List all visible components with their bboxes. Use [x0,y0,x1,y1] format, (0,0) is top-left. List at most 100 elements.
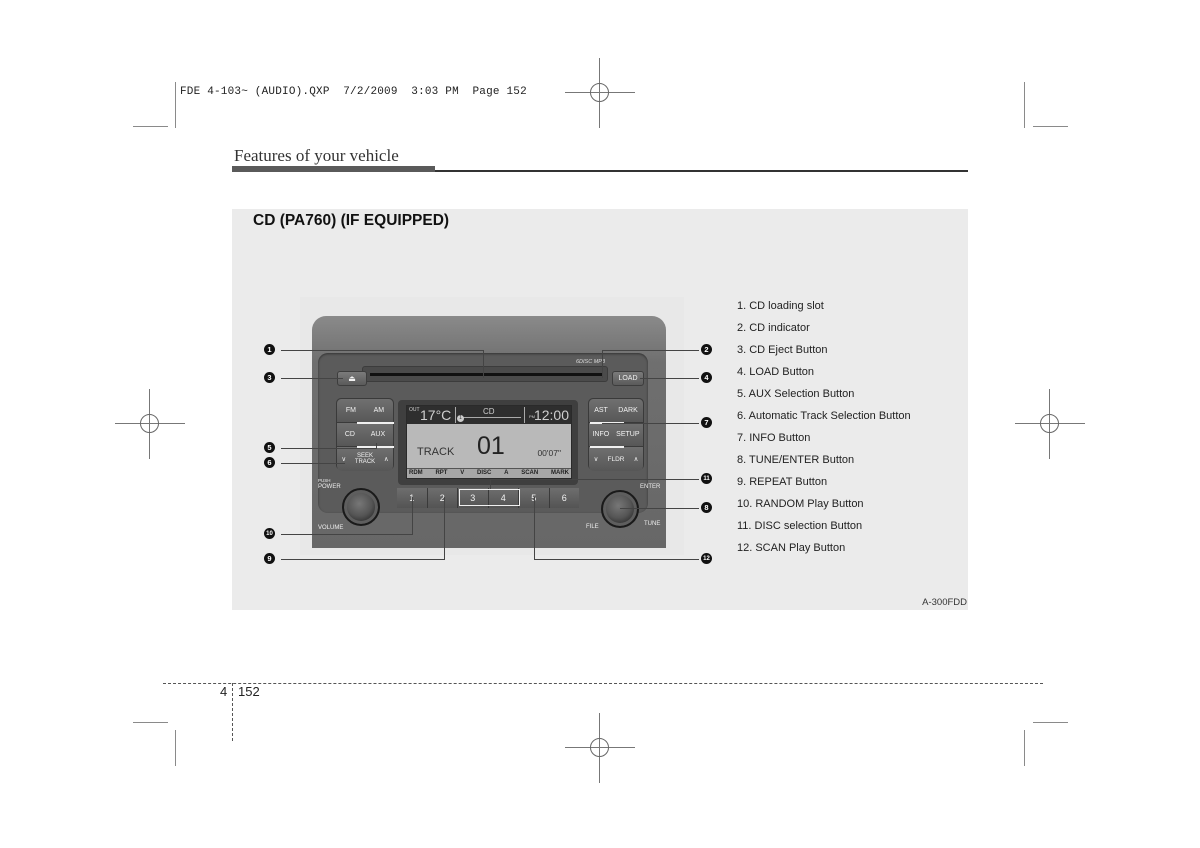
tune-label: TUNE [644,521,661,527]
footer-dashed-rule [163,683,1043,684]
crop-mark [133,722,168,723]
info-button[interactable]: INFO [592,431,609,438]
button-highlight [590,446,624,448]
legend-item: 4. LOAD Button [737,366,815,378]
callout-line-11 [490,479,491,489]
callout-line-1 [281,350,484,351]
legend-item: 5. AUX Selection Button [737,388,855,400]
soft-key-mark: MARK [550,470,569,476]
registration-mark [565,713,635,783]
header-rule-thick [232,166,435,172]
folder-button[interactable]: ∨ FLDR ∧ [589,447,643,471]
figure-title: CD (PA760) (IF EQUIPPED) [253,212,450,229]
soft-key-disc: DISC [476,470,492,476]
legend-item: 11. DISC selection Button [737,520,863,532]
disc-mp3-logo: 6DISC MP3 [576,359,606,365]
cd-loading-slot[interactable] [370,373,602,376]
legend-item: 3. CD Eject Button [737,344,828,356]
track-label: TRACK [354,459,376,465]
cd-aux-row: CD AUX [337,423,393,447]
soft-key-disc-up: A [504,470,509,476]
callout-number-12: 12 [701,553,712,564]
section-title: Features of your vehicle [234,146,399,165]
push-label: PUSH [318,478,331,483]
fm-button[interactable]: FM [346,407,356,414]
fm-am-row: FM AM [337,399,393,423]
callout-line-6 [281,463,345,464]
slug-page: Page 152 [472,86,527,98]
clock-readout: 12:00 [533,407,569,423]
elapsed-time: 00'07" [537,448,561,458]
file-label: FILE [586,524,599,530]
chevron-down-icon: ∨ [341,456,347,463]
info-setup-row: INFO SETUP [589,423,643,447]
legend-item: 1. CD loading slot [737,300,824,312]
callout-line-5 [281,448,377,449]
tune-knob[interactable] [601,490,639,528]
crop-mark [175,82,176,128]
dark-button[interactable]: DARK [618,407,637,414]
temperature-readout: 17°C [420,407,452,423]
crop-mark [1024,82,1025,128]
soft-key-disc-down: V [460,470,465,476]
slug-date: 7/2/2009 [343,86,398,98]
soft-key-rdm: RDM [409,470,423,476]
slug-file: FDE 4-103~ (AUDIO).QXP [180,86,330,98]
volume-label: VOLUME [318,525,344,531]
registration-mark [1015,389,1085,459]
folder-label: FLDR [607,455,625,463]
figure-code: A-300FDD [922,597,967,608]
ast-button[interactable]: AST [594,407,608,414]
cd-button[interactable]: CD [345,431,355,438]
footer-dashed-divider [232,683,233,741]
seek-track-button[interactable]: ∨ SEEK TRACK ∧ [337,447,393,471]
callout-number-7: 7 [701,417,712,428]
legend-list: 1. CD loading slot 2. CD indicator 3. CD… [737,299,911,563]
callout-line-8 [620,508,699,509]
cd-indicator-icon: 1 [457,415,464,422]
preset-button-2[interactable]: 2 [427,488,458,508]
callout-line-10 [412,497,413,535]
chevron-up-icon: ∧ [633,456,639,463]
legend-item: 10. RANDOM Play Button [737,498,864,510]
callout-line-7 [602,423,699,424]
callout-line-9 [444,497,445,560]
crop-mark [133,126,168,127]
callout-number-9: 9 [264,553,275,564]
left-button-block: FM AM CD AUX ∨ SEEK TRACK ∧ [336,398,394,471]
callout-line-12 [534,559,699,560]
disc-button-highlight [459,489,520,506]
display-divider [461,417,521,418]
legend-item: 7. INFO Button [737,432,811,444]
am-button[interactable]: AM [374,407,385,414]
page-number: 152 [238,684,260,699]
callout-number-4: 4 [701,372,712,383]
ast-dark-row: AST DARK [589,399,643,423]
display-separator [524,407,525,423]
soft-key-rpt: RPT [435,470,448,476]
chevron-up-icon: ∧ [383,456,389,463]
right-button-block: AST DARK INFO SETUP ∨ FLDR ∧ [588,398,644,471]
chapter-number: 4 [220,684,228,699]
callout-line-4 [640,378,699,379]
callout-number-1: 1 [264,344,275,355]
preset-button-6[interactable]: 6 [549,488,579,508]
registration-mark [565,58,635,128]
slug-time: 3:03 PM [411,86,459,98]
callout-number-6: 6 [264,457,275,468]
display-separator [455,407,456,423]
soft-key-labels: RDM RPT V DISC A SCAN MARK [407,468,571,478]
soft-key-scan: SCAN [521,470,539,476]
volume-knob[interactable] [342,488,380,526]
crop-mark [175,730,176,766]
callout-line-10 [281,534,413,535]
eject-icon: ⏏ [348,374,356,383]
callout-number-2: 2 [701,344,712,355]
chevron-down-icon: ∨ [593,456,599,463]
setup-button[interactable]: SETUP [616,431,639,438]
callout-number-8: 8 [701,502,712,513]
aux-button[interactable]: AUX [371,431,385,438]
callout-number-5: 5 [264,442,275,453]
callout-number-10: 10 [264,528,275,539]
enter-label: ENTER [640,484,661,490]
